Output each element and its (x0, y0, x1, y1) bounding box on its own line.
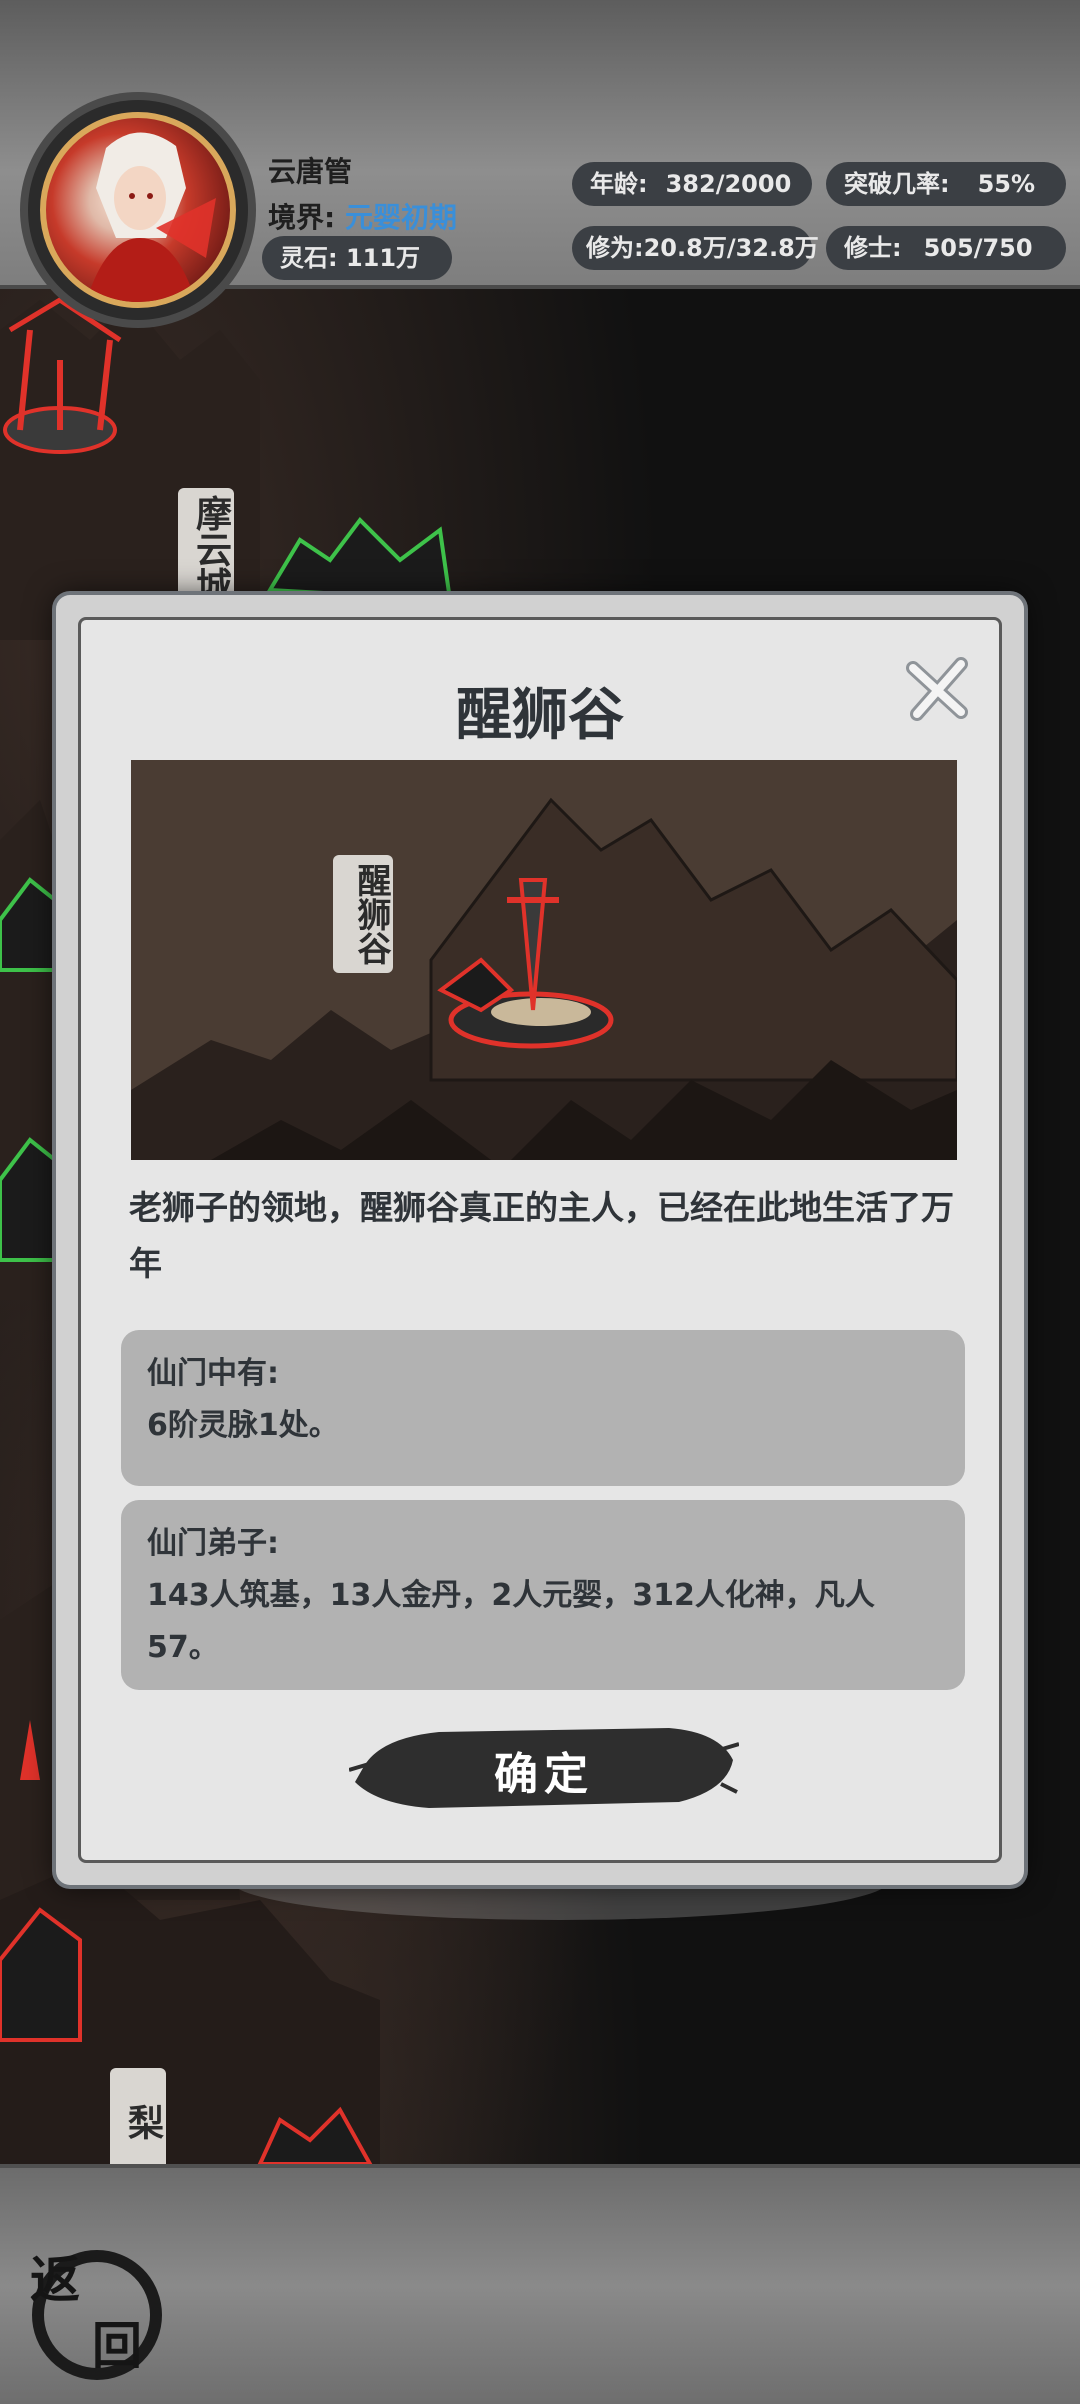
cultivation-label: 修为: (586, 234, 644, 262)
close-button[interactable] (903, 654, 973, 724)
spirit-stone-value: 灵石: 111万 (280, 244, 421, 272)
location-description: 老狮子的领地，醒狮谷真正的主人，已经在此地生活了万年 (129, 1188, 954, 1283)
map-label-moyun[interactable]: 摩云城 (178, 488, 234, 610)
location-dialog: 醒狮谷 醒狮谷 老狮子的领地，醒狮谷真正的主人，已经在此地生活了万年 仙门中有:… (56, 595, 1024, 1885)
dialog-frame: 醒狮谷 醒狮谷 老狮子的领地，醒狮谷真正的主人，已经在此地生活了万年 仙门中有:… (78, 617, 1002, 1863)
realm-label: 境界: (268, 201, 336, 234)
age-pill: 年龄: 382/2000 (572, 162, 812, 206)
map-sect-green-top[interactable] (266, 516, 453, 603)
age-label: 年龄: (590, 170, 648, 198)
sect-disciples-value: 143人筑基，13人金丹，2人元婴，312人化神，凡人57。 (147, 1578, 875, 1665)
breakthrough-label: 突破几率: (844, 170, 950, 198)
breakthrough-value: 55% (977, 170, 1036, 198)
avatar-portrait (86, 132, 216, 302)
sect-disciples-box: 仙门弟子: 143人筑基，13人金丹，2人元婴，312人化神，凡人57。 (121, 1500, 965, 1690)
confirm-label[interactable]: 确定 (349, 1738, 739, 1802)
back-button[interactable]: 返 回 (18, 2236, 168, 2386)
scene-location-label: 醒狮谷 (333, 855, 393, 973)
sword-sect-icon (437, 878, 614, 1049)
player-name: 云唐管 (268, 155, 353, 188)
cultivation-pill: 修为:20.8万/32.8万 (572, 226, 819, 270)
avatar-frame[interactable] (28, 100, 248, 320)
breakthrough-pill: 突破几率: 55% (826, 162, 1066, 206)
age-value: 382/2000 (665, 170, 792, 198)
spirit-stone-pill: 灵石: 111万 (262, 236, 452, 280)
sect-resources-title: 仙门中有: (147, 1356, 279, 1391)
dialog-title: 醒狮谷 (456, 682, 624, 748)
map-label-li[interactable]: 梨 (110, 2068, 166, 2176)
realm-value: 元婴初期 (344, 201, 457, 234)
realm-row: 境界: 元婴初期 (268, 196, 457, 236)
cultivation-value: 20.8万/32.8万 (643, 234, 819, 262)
cultivator-pill: 修士: 505/750 (826, 226, 1066, 270)
cultivator-label: 修士: (844, 234, 902, 262)
sect-resources-box: 仙门中有: 6阶灵脉1处。 (121, 1330, 965, 1486)
back-char-2: 回 (92, 2316, 142, 2375)
sect-resources-value: 6阶灵脉1处。 (147, 1408, 339, 1443)
cultivator-value: 505/750 (923, 234, 1033, 262)
back-char-1: 返 (30, 2250, 80, 2309)
avatar[interactable] (40, 112, 236, 308)
location-illustration: 醒狮谷 (131, 760, 957, 1160)
confirm-button[interactable]: 确定 (349, 1720, 739, 1814)
close-icon[interactable] (903, 654, 973, 724)
sect-disciples-title: 仙门弟子: (147, 1526, 279, 1561)
